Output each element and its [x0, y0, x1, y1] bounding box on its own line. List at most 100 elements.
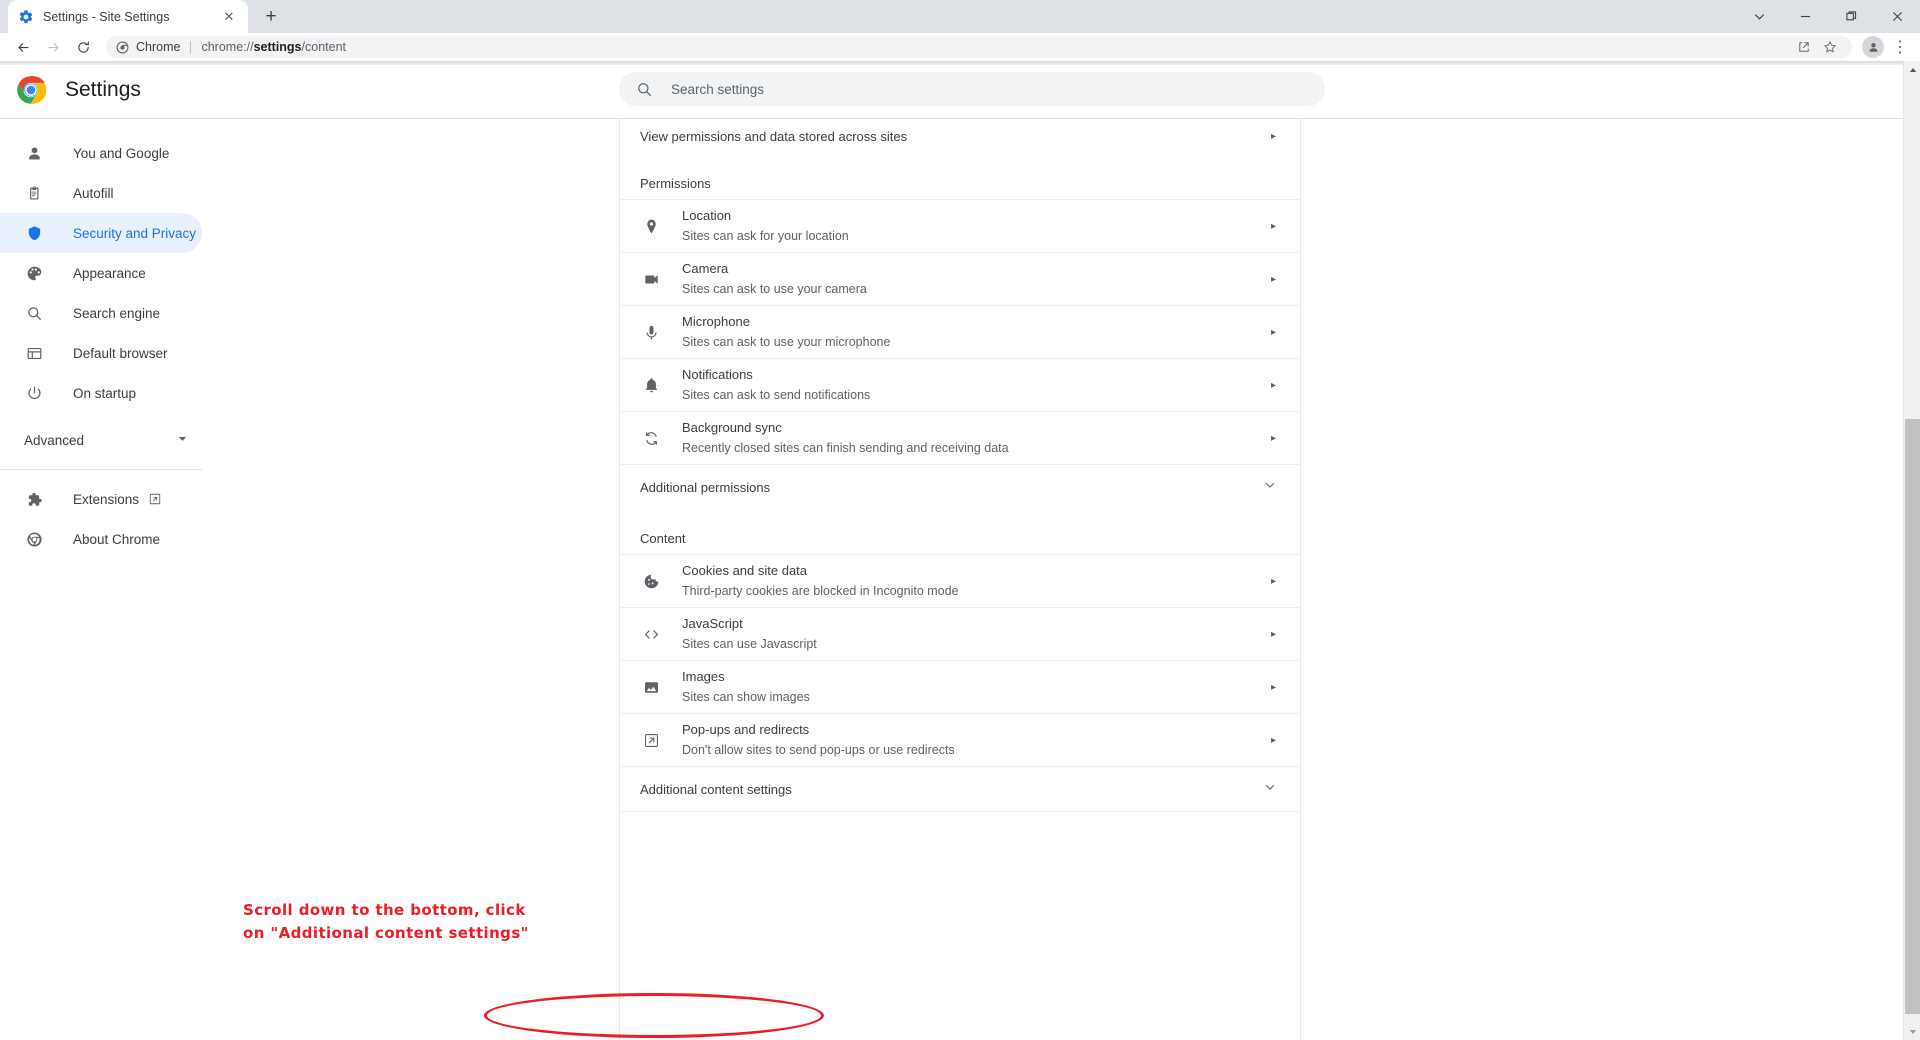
- sidebar-item-extensions[interactable]: Extensions: [0, 479, 202, 519]
- content-subtitle: Sites can show images: [682, 688, 810, 706]
- forward-icon[interactable]: [38, 34, 68, 60]
- clipboard-icon: [24, 183, 44, 203]
- permission-subtitle: Recently closed sites can finish sending…: [682, 439, 1009, 457]
- reload-icon[interactable]: [68, 34, 98, 60]
- power-icon: [24, 383, 44, 403]
- content-title: Pop-ups and redirects: [682, 721, 955, 740]
- permission-row-camera[interactable]: Camera Sites can ask to use your camera …: [620, 252, 1300, 305]
- sidebar-item-you-and-google[interactable]: You and Google: [0, 133, 202, 173]
- browser-menu-icon[interactable]: ⋮: [1888, 34, 1912, 60]
- content-text: Images Sites can show images: [682, 668, 810, 706]
- content-row-cookies-and-site-data[interactable]: Cookies and site data Third-party cookie…: [620, 554, 1300, 607]
- sidebar-item-on-startup[interactable]: On startup: [0, 373, 202, 413]
- chevron-right-icon: ▸: [1271, 433, 1276, 444]
- row-additional-permissions[interactable]: Additional permissions: [620, 464, 1300, 509]
- content-text: JavaScript Sites can use Javascript: [682, 615, 817, 653]
- permission-row-notifications[interactable]: Notifications Sites can ask to send noti…: [620, 358, 1300, 411]
- browser-tab[interactable]: Settings - Site Settings ✕: [8, 0, 248, 33]
- location-pin-icon: [640, 215, 662, 237]
- chevron-right-icon: ▸: [1271, 131, 1276, 142]
- content-text: Pop-ups and redirects Don't allow sites …: [682, 721, 955, 759]
- code-brackets-icon: [640, 623, 662, 645]
- back-icon[interactable]: [8, 34, 38, 60]
- maximize-icon[interactable]: [1828, 0, 1874, 33]
- scroll-down-arrow-icon[interactable]: [1904, 1023, 1920, 1040]
- settings-gear-icon: [18, 9, 34, 25]
- content-subtitle: Don't allow sites to send pop-ups or use…: [682, 741, 955, 759]
- content-title: Images: [682, 668, 810, 687]
- sidebar-item-label: Search engine: [73, 306, 160, 321]
- scrollbar-thumb[interactable]: [1905, 419, 1920, 1014]
- sidebar-spacer: [0, 413, 248, 420]
- content-title: Cookies and site data: [682, 562, 959, 581]
- permission-title: Notifications: [682, 366, 870, 385]
- chevron-down-icon[interactable]: [1736, 0, 1782, 33]
- content-text: Cookies and site data Third-party cookie…: [682, 562, 959, 600]
- content-heading: Content: [620, 509, 1300, 554]
- content-row-popups-and-redirects[interactable]: Pop-ups and redirects Don't allow sites …: [620, 713, 1300, 766]
- sidebar-item-appearance[interactable]: Appearance: [0, 253, 202, 293]
- omnibox-actions: [1792, 36, 1842, 58]
- scroll-up-arrow-icon[interactable]: [1904, 61, 1920, 78]
- sidebar-item-default-browser[interactable]: Default browser: [0, 333, 202, 373]
- sidebar-item-label: Security and Privacy: [73, 226, 196, 241]
- row-additional-content-settings[interactable]: Additional content settings: [620, 766, 1300, 811]
- permission-text: Notifications Sites can ask to send noti…: [682, 366, 870, 404]
- omnibox-scheme-label: Chrome: [136, 40, 180, 54]
- permissions-heading: Permissions: [620, 154, 1300, 199]
- chevron-down-icon: [177, 431, 188, 449]
- permission-row-microphone[interactable]: Microphone Sites can ask to use your mic…: [620, 305, 1300, 358]
- external-link-icon[interactable]: [148, 492, 162, 506]
- content-row-javascript[interactable]: JavaScript Sites can use Javascript ▸: [620, 607, 1300, 660]
- permission-row-background-sync[interactable]: Background sync Recently closed sites ca…: [620, 411, 1300, 464]
- close-icon[interactable]: [1874, 0, 1920, 33]
- chevron-right-icon: ▸: [1271, 629, 1276, 640]
- settings-header: Settings: [0, 61, 1903, 118]
- permission-subtitle: Sites can ask for your location: [682, 227, 849, 245]
- new-tab-button[interactable]: +: [258, 3, 284, 29]
- sidebar-item-label: Default browser: [73, 346, 168, 361]
- content-top-shadow: [0, 61, 1903, 65]
- annotation-instruction-text: Scroll down to the bottom, click on "Add…: [243, 899, 543, 946]
- permission-title: Camera: [682, 260, 867, 279]
- bookmark-star-icon[interactable]: [1818, 36, 1842, 58]
- permission-text: Camera Sites can ask to use your camera: [682, 260, 867, 298]
- settings-search-box[interactable]: [619, 72, 1325, 106]
- search-icon: [24, 303, 44, 323]
- sidebar-item-search-engine[interactable]: Search engine: [0, 293, 202, 333]
- chevron-right-icon: ▸: [1271, 274, 1276, 285]
- address-bar[interactable]: Chrome chrome://settings/content: [106, 36, 1852, 58]
- popup-redirect-icon: [640, 729, 662, 751]
- content-row-images[interactable]: Images Sites can show images ▸: [620, 660, 1300, 713]
- sidebar-item-autofill[interactable]: Autofill: [0, 173, 202, 213]
- search-input[interactable]: [671, 82, 1308, 97]
- camera-icon: [640, 268, 662, 290]
- cookie-icon: [640, 570, 662, 592]
- sidebar-advanced-label: Advanced: [24, 433, 84, 448]
- browser-toolbar: Chrome chrome://settings/content ⋮: [0, 33, 1920, 61]
- share-icon[interactable]: [1792, 36, 1816, 58]
- row-view-permissions-and-data[interactable]: View permissions and data stored across …: [620, 119, 1300, 154]
- sidebar-item-about-chrome[interactable]: About Chrome: [0, 519, 202, 559]
- palette-icon: [24, 263, 44, 283]
- sidebar-item-security-and-privacy[interactable]: Security and Privacy: [0, 213, 202, 253]
- sidebar-item-label: On startup: [73, 386, 136, 401]
- minimize-icon[interactable]: [1782, 0, 1828, 33]
- sidebar-item-label: About Chrome: [73, 532, 160, 547]
- chevron-right-icon: ▸: [1271, 682, 1276, 693]
- close-icon[interactable]: ✕: [220, 8, 238, 26]
- puzzle-icon: [24, 489, 44, 509]
- settings-sidebar: You and Google Autofill Security and Pri…: [0, 119, 248, 1040]
- chevron-right-icon: ▸: [1271, 735, 1276, 746]
- chevron-right-icon: ▸: [1271, 221, 1276, 232]
- profile-avatar[interactable]: [1862, 36, 1884, 58]
- site-settings-card: View permissions and data stored across …: [619, 119, 1301, 1040]
- row-label: Additional content settings: [640, 782, 792, 797]
- vertical-scrollbar[interactable]: [1903, 61, 1920, 1040]
- permission-row-location[interactable]: Location Sites can ask for your location…: [620, 199, 1300, 252]
- row-label: View permissions and data stored across …: [640, 129, 907, 144]
- chevron-down-icon: [1264, 780, 1276, 798]
- sidebar-item-advanced[interactable]: Advanced: [0, 420, 202, 460]
- chrome-logo-icon: [16, 75, 46, 105]
- permission-title: Microphone: [682, 313, 890, 332]
